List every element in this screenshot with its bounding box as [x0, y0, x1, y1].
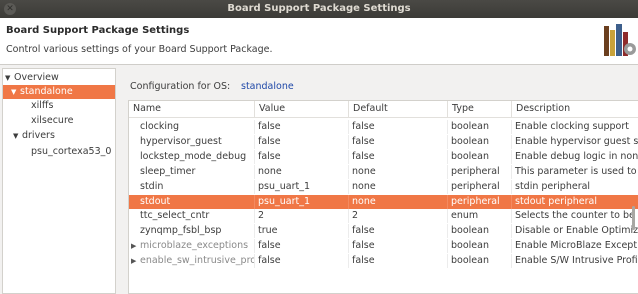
column-header-description[interactable]: Description: [512, 101, 638, 117]
cell-name: clocking: [129, 120, 255, 134]
cell-default: none: [349, 179, 448, 194]
config-os-label: Configuration for OS:: [130, 81, 231, 92]
tree-item-overview[interactable]: ▼ Overview: [5, 71, 113, 85]
cell-type: peripheral: [448, 194, 512, 209]
tree-item-label: standalone: [20, 86, 73, 97]
tree-item-label: psu_cortexa53_0: [31, 146, 112, 157]
cell-name: hypervisor_guest: [129, 134, 255, 149]
cell-default: false: [349, 134, 448, 149]
cell-value[interactable]: 2: [255, 209, 349, 224]
tree-item-label: xilsecure: [31, 115, 74, 126]
column-header-type[interactable]: Type: [448, 101, 512, 117]
cell-default: false: [349, 120, 448, 134]
cell-name: enable_sw_intrusive_profili: [129, 254, 255, 269]
cell-desc: Enable hypervisor guest su: [512, 135, 638, 149]
table-row[interactable]: zynqmp_fsbl_bsp true false boolean Disable o…: [129, 224, 638, 239]
cell-value[interactable]: true: [255, 224, 349, 239]
cell-name: sleep_timer: [129, 164, 255, 179]
settings-table: Name Value Default Type Description cloc…: [128, 100, 638, 294]
header-title: Board Support Package Settings: [6, 25, 190, 36]
cell-desc: Enable MicroBlaze Except: [512, 239, 638, 253]
cell-desc: Enable debug logic in non-: [512, 150, 638, 164]
table-row[interactable]: lockstep_mode_debug false false boolean Enab…: [129, 149, 638, 164]
table-row[interactable]: ▶ enable_sw_intrusive_profili false false bo…: [129, 254, 638, 269]
cell-name: ttc_select_cntr: [129, 209, 255, 224]
table-row[interactable]: ttc_select_cntr 2 2 enum Selects the counter…: [129, 209, 638, 224]
cell-name: stdout: [129, 194, 255, 209]
cell-type: peripheral: [448, 179, 512, 194]
cell-desc: Selects the counter to be u: [512, 209, 638, 223]
column-header-value[interactable]: Value: [255, 101, 349, 117]
chevron-down-icon[interactable]: ▼: [11, 85, 20, 99]
table-row[interactable]: stdout psu_uart_1 none peripheral stdout per…: [129, 194, 638, 209]
cell-type: boolean: [448, 224, 512, 239]
tree-item-label: xilffs: [31, 100, 54, 111]
cell-type: enum: [448, 209, 512, 224]
cell-desc: This parameter is used to: [512, 165, 638, 179]
settings-panel: Configuration for OS: standalone Name Va…: [117, 68, 638, 294]
cell-desc: Disable or Enable Optimiz: [512, 224, 638, 238]
header-description: Control various settings of your Board S…: [6, 44, 273, 55]
cell-name: microblaze_exceptions: [129, 239, 255, 254]
window-titlebar: ✕ Board Support Package Settings: [0, 0, 638, 18]
window-title: Board Support Package Settings: [227, 3, 411, 14]
config-os-value: standalone: [241, 81, 294, 92]
cell-default: false: [349, 239, 448, 254]
table-row[interactable]: stdin psu_uart_1 none peripheral stdin perip…: [129, 179, 638, 194]
cell-desc: Enable clocking support: [512, 120, 638, 134]
books-gear-icon: [604, 24, 636, 56]
tree-item-standalone[interactable]: ▼ standalone: [3, 85, 115, 99]
cell-value[interactable]: none: [255, 164, 349, 179]
column-header-default[interactable]: Default: [349, 101, 448, 117]
table-row[interactable]: sleep_timer none none peripheral This parame…: [129, 164, 638, 179]
cell-name: lockstep_mode_debug: [129, 149, 255, 164]
cell-name: zynqmp_fsbl_bsp: [129, 224, 255, 239]
table-header: Name Value Default Type Description: [129, 101, 638, 118]
bsp-tree: ▼ Overview ▼ standalone xilffs xilsecure ▼…: [2, 68, 116, 294]
cell-value[interactable]: false: [255, 120, 349, 134]
cell-type: boolean: [448, 134, 512, 149]
tree-item-xilffs[interactable]: xilffs: [31, 99, 53, 113]
column-header-name[interactable]: Name: [129, 101, 255, 117]
cell-value[interactable]: psu_uart_1: [255, 179, 349, 194]
cell-default: false: [349, 254, 448, 269]
cell-type: boolean: [448, 254, 512, 269]
cell-name: stdin: [129, 179, 255, 194]
cell-value[interactable]: false: [255, 254, 349, 269]
dialog-header: Board Support Package Settings Control v…: [0, 18, 638, 65]
table-row[interactable]: clocking false false boolean Enable clocking…: [129, 120, 638, 134]
tree-item-label: Overview: [14, 72, 59, 83]
close-icon[interactable]: ✕: [4, 3, 16, 15]
chevron-down-icon[interactable]: ▼: [5, 71, 14, 85]
cell-desc: stdin peripheral: [512, 180, 638, 194]
tree-item-xilsecure[interactable]: xilsecure: [31, 114, 73, 128]
cell-default: false: [349, 149, 448, 164]
cell-type: boolean: [448, 120, 512, 134]
cell-desc: stdout peripheral: [512, 195, 638, 209]
cell-value[interactable]: false: [255, 134, 349, 149]
chevron-down-icon[interactable]: ▼: [13, 129, 22, 143]
cell-default: 2: [349, 209, 448, 224]
tree-item-drivers[interactable]: ▼ drivers: [13, 129, 55, 143]
cell-type: boolean: [448, 239, 512, 254]
tree-item-label: drivers: [22, 130, 55, 141]
cell-default: none: [349, 164, 448, 179]
cell-type: boolean: [448, 149, 512, 164]
cell-type: peripheral: [448, 164, 512, 179]
cell-value[interactable]: false: [255, 149, 349, 164]
vertical-scrollbar[interactable]: [632, 206, 635, 230]
table-row[interactable]: hypervisor_guest false false boolean Enable …: [129, 134, 638, 149]
cell-value[interactable]: false: [255, 239, 349, 254]
cell-value[interactable]: psu_uart_1: [255, 194, 349, 209]
cell-default: none: [349, 194, 448, 209]
cell-desc: Enable S/W Intrusive Profi: [512, 254, 638, 268]
tree-item-psu-cortexa53-0[interactable]: psu_cortexa53_0: [31, 145, 111, 159]
table-row[interactable]: ▶ microblaze_exceptions false false boolean E…: [129, 239, 638, 254]
cell-default: false: [349, 224, 448, 239]
